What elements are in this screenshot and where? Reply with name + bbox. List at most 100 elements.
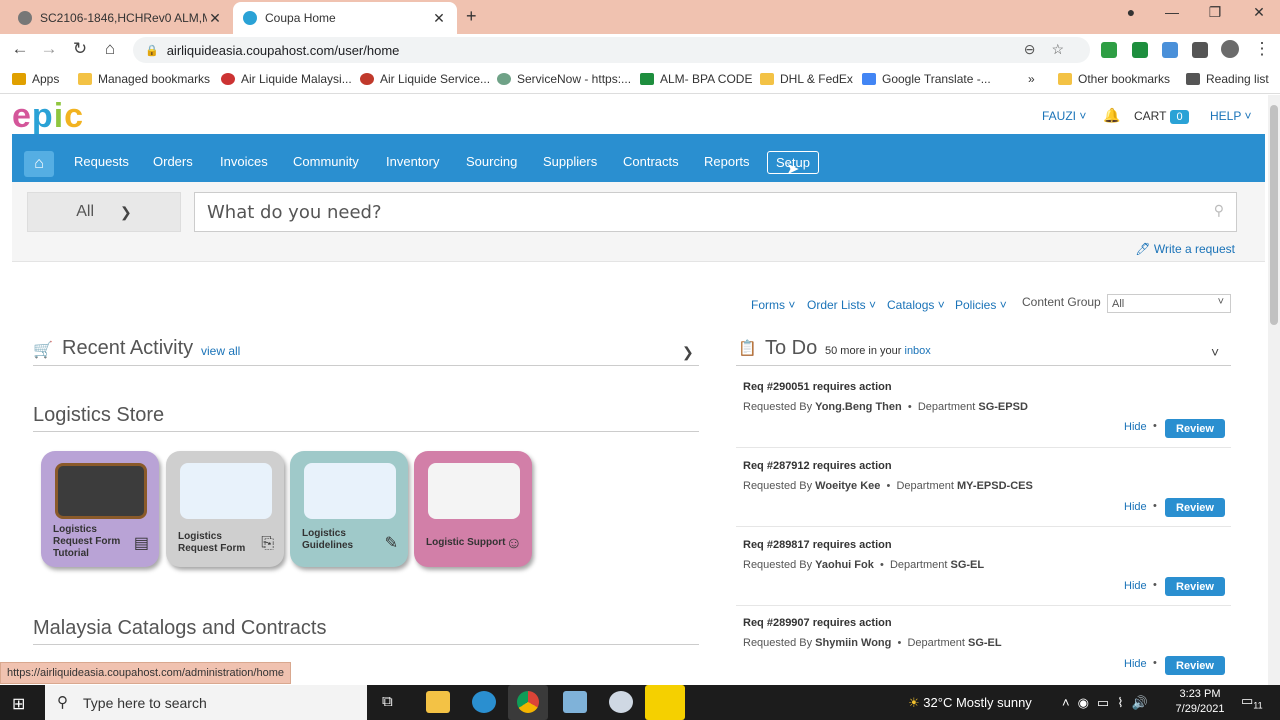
- cart-icon: 🛒: [33, 342, 53, 359]
- tile-logistics-guidelines[interactable]: Logistics Guidelines ✎: [290, 451, 408, 567]
- taskbar-search-input[interactable]: ⚲ Type here to search: [45, 685, 367, 720]
- user-menu[interactable]: FAUZI ˅: [1042, 109, 1086, 123]
- order-lists-dropdown[interactable]: Order Lists ˅: [807, 298, 876, 312]
- write-request-link[interactable]: 🖊 Write a request: [1135, 242, 1235, 256]
- tile-logistics-request-form-tutorial[interactable]: Logistics Request Form Tutorial ▤: [41, 451, 159, 567]
- chevron-right-icon[interactable]: ❯: [682, 344, 694, 361]
- requested-by-label: Requested By: [743, 559, 813, 571]
- requester-name: Yaohui Fok: [815, 559, 874, 571]
- bookmark-item[interactable]: Air Liquide Service...: [360, 72, 490, 86]
- search-input[interactable]: What do you need? ⚲: [194, 192, 1237, 232]
- bookmark-item[interactable]: Google Translate -...: [862, 72, 991, 86]
- bell-icon[interactable]: 🔔: [1103, 107, 1120, 124]
- back-icon[interactable]: ←: [9, 39, 31, 59]
- cart-link[interactable]: CART 0: [1134, 109, 1189, 124]
- policies-dropdown[interactable]: Policies ˅: [955, 298, 1007, 312]
- chalkboard-icon: [55, 463, 147, 519]
- review-button[interactable]: Review: [1165, 419, 1225, 438]
- home-icon[interactable]: ⌂: [99, 39, 121, 59]
- nav-inventory[interactable]: Inventory: [386, 154, 439, 169]
- bookmark-folder[interactable]: DHL & FedEx: [760, 72, 853, 86]
- mouse-cursor-icon: ➤: [786, 161, 800, 178]
- help-menu[interactable]: HELP ˅: [1210, 109, 1251, 123]
- bookmark-folder[interactable]: Managed bookmarks: [78, 72, 210, 86]
- bookmark-folder[interactable]: Other bookmarks: [1058, 72, 1170, 86]
- restore-icon[interactable]: ❐: [1203, 4, 1227, 21]
- tile-logistic-support[interactable]: Logistic Support ☺: [414, 451, 532, 567]
- system-clock[interactable]: 3:23 PM 7/29/2021: [1170, 687, 1230, 717]
- edge-icon[interactable]: [472, 691, 496, 713]
- bookmarks-bar: Apps Managed bookmarks Air Liquide Malay…: [0, 64, 1280, 94]
- close-window-icon[interactable]: ✕: [1247, 4, 1271, 21]
- avatar[interactable]: [1221, 40, 1239, 58]
- puzzle-icon[interactable]: [1192, 42, 1208, 58]
- nav-contracts[interactable]: Contracts: [623, 154, 679, 169]
- view-all-link[interactable]: view all: [201, 344, 240, 358]
- bookmark-item[interactable]: Air Liquide Malaysi...: [221, 72, 352, 86]
- tray-icons[interactable]: ˄◉▭⌇🔊: [1062, 695, 1156, 711]
- weather-widget[interactable]: ☀ 32°C Mostly sunny: [908, 695, 1032, 711]
- extension-icon[interactable]: [1101, 42, 1117, 58]
- reload-icon[interactable]: ↻: [69, 39, 91, 59]
- bookmark-apps[interactable]: Apps: [12, 72, 59, 86]
- hide-link[interactable]: Hide: [1124, 421, 1147, 433]
- nav-sourcing[interactable]: Sourcing: [466, 154, 517, 169]
- app-icon[interactable]: [563, 691, 587, 713]
- new-tab-icon[interactable]: +: [466, 6, 477, 27]
- url-field[interactable]: 🔒 airliquideasia.coupahost.com/user/home…: [133, 37, 1090, 63]
- sheets-extension-icon[interactable]: [1132, 42, 1148, 58]
- hide-link[interactable]: Hide: [1124, 501, 1147, 513]
- close-icon[interactable]: ✕: [207, 10, 223, 27]
- nav-suppliers[interactable]: Suppliers: [543, 154, 597, 169]
- scrollbar-thumb[interactable]: [1270, 105, 1278, 325]
- more-menu-icon[interactable]: ⋮: [1251, 39, 1273, 59]
- more-bookmarks[interactable]: »: [1028, 72, 1035, 86]
- todo-req[interactable]: Req #289907 requires action: [743, 617, 1230, 629]
- extension-icon[interactable]: [1162, 42, 1178, 58]
- home-icon[interactable]: ⌂: [24, 151, 54, 177]
- todo-req[interactable]: Req #287912 requires action: [743, 460, 1230, 472]
- file-explorer-icon[interactable]: [426, 691, 450, 713]
- nav-invoices[interactable]: Invoices: [220, 154, 268, 169]
- bookmark-item[interactable]: ALM- BPA CODE: [640, 72, 752, 86]
- chrome-taskbar-button[interactable]: [508, 685, 548, 720]
- sticky-notes-icon[interactable]: [645, 685, 685, 720]
- search-icon[interactable]: ⚲: [1214, 203, 1224, 219]
- inbox-link[interactable]: inbox: [905, 345, 931, 357]
- profile-menu-icon[interactable]: ●: [1119, 4, 1143, 20]
- nav-community[interactable]: Community: [293, 154, 359, 169]
- content-group-select[interactable]: All ˅: [1107, 294, 1231, 313]
- nav-reports[interactable]: Reports: [704, 154, 750, 169]
- forms-dropdown[interactable]: Forms ˅: [751, 298, 795, 312]
- catalogs-dropdown[interactable]: Catalogs ˅: [887, 298, 945, 312]
- notifications-icon[interactable]: ▭11: [1241, 693, 1263, 711]
- nav-requests[interactable]: Requests: [74, 154, 129, 169]
- task-view-icon[interactable]: ⧉: [382, 693, 393, 710]
- review-button[interactable]: Review: [1165, 498, 1225, 517]
- bookmark-label: DHL & FedEx: [780, 72, 853, 86]
- browser-tab-active[interactable]: Coupa Home ✕: [233, 2, 457, 34]
- minimize-icon[interactable]: —: [1160, 4, 1184, 20]
- search-scope-select[interactable]: All ❯: [27, 192, 181, 232]
- cart-label: CART: [1134, 109, 1167, 123]
- todo-req[interactable]: Req #289817 requires action: [743, 539, 1230, 551]
- reading-list[interactable]: Reading list: [1186, 72, 1269, 86]
- tile-logistics-request-form[interactable]: Logistics Request Form ⎘: [166, 451, 284, 567]
- snipping-tool-icon[interactable]: [609, 691, 633, 713]
- bookmark-item[interactable]: ServiceNow - https:...: [497, 72, 631, 86]
- requested-by-label: Requested By: [743, 480, 813, 492]
- review-button[interactable]: Review: [1165, 577, 1225, 596]
- close-icon[interactable]: ✕: [431, 10, 447, 27]
- review-button[interactable]: Review: [1165, 656, 1225, 675]
- page-scrollbar[interactable]: [1268, 95, 1280, 685]
- windows-start-icon[interactable]: ⊞: [12, 694, 25, 714]
- todo-req[interactable]: Req #290051 requires action: [743, 381, 1230, 393]
- hide-link[interactable]: Hide: [1124, 580, 1147, 592]
- chevron-down-icon[interactable]: ˅: [1211, 344, 1219, 360]
- hide-link[interactable]: Hide: [1124, 658, 1147, 670]
- epic-logo[interactable]: epic: [12, 97, 84, 136]
- zoom-bookmark-icons[interactable]: ⊖☆: [1024, 41, 1080, 58]
- browser-tab[interactable]: SC2106-1846,HCHRev0 ALM,Mik ✕: [8, 2, 233, 34]
- nav-orders[interactable]: Orders: [153, 154, 193, 169]
- forward-icon[interactable]: →: [38, 39, 60, 59]
